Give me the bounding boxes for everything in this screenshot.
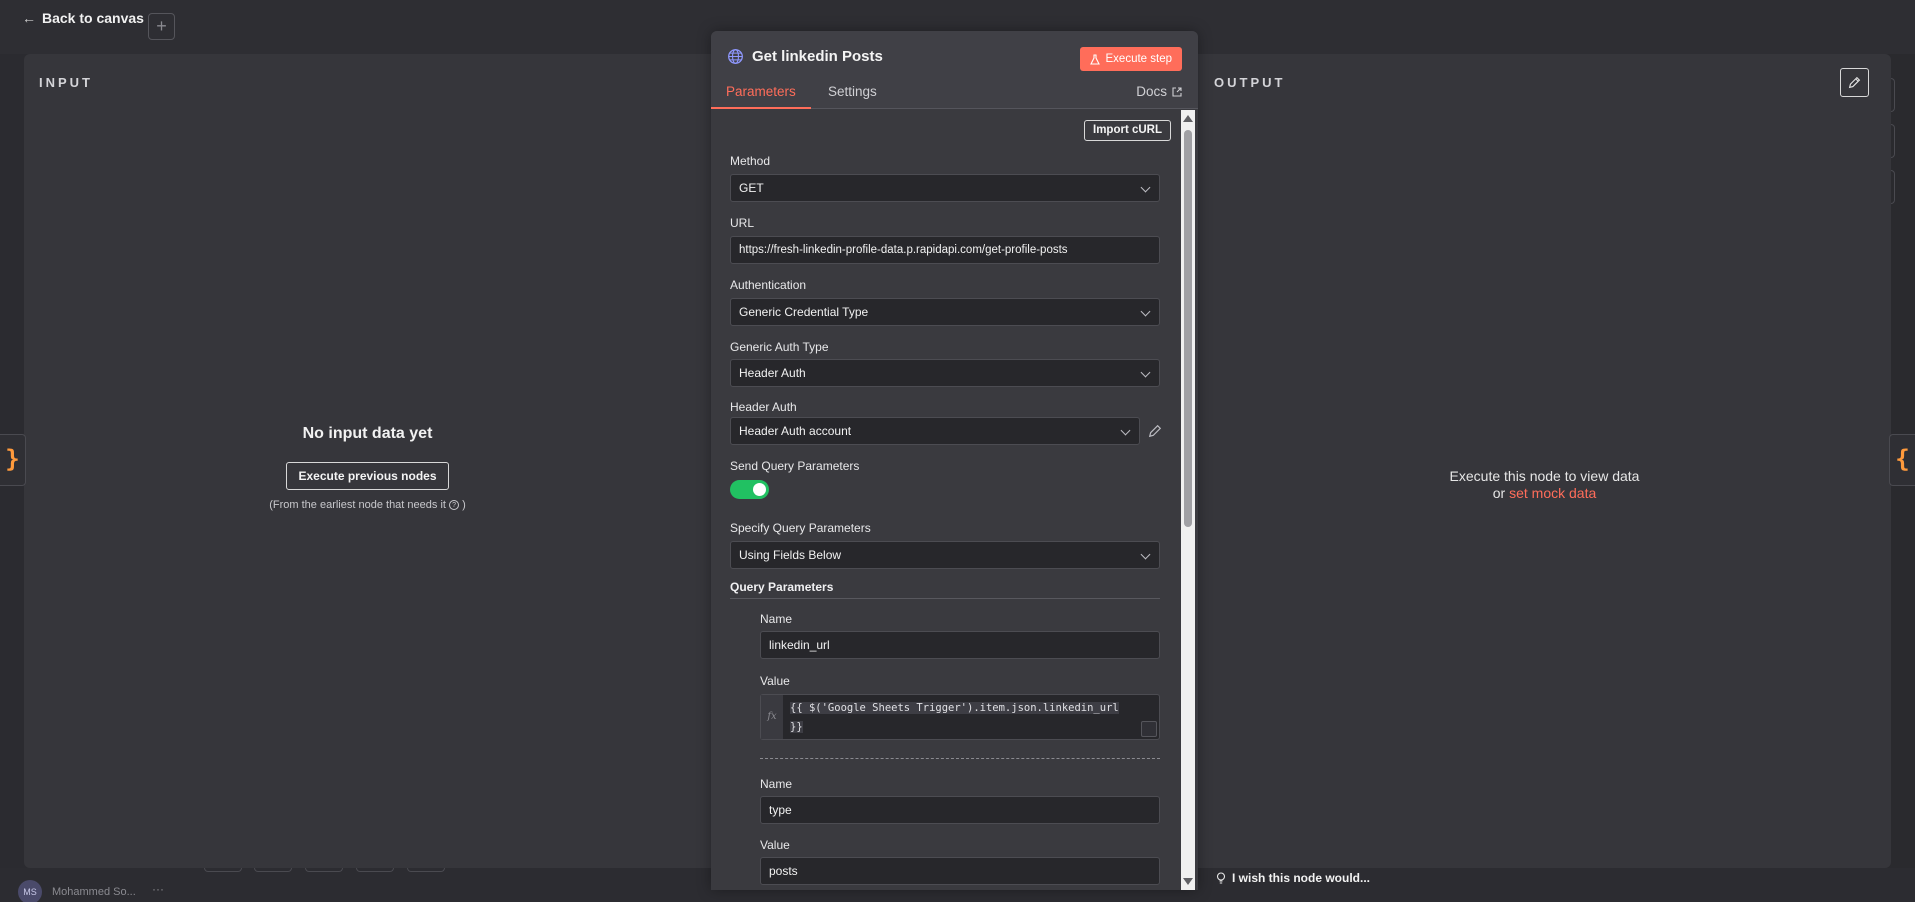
execute-previous-nodes-button[interactable]: Execute previous nodes [286,462,449,490]
scrollbar[interactable] [1181,110,1195,890]
send-query-toggle[interactable] [730,480,769,499]
specify-query-label: Specify Query Parameters [730,521,871,535]
hint-prefix: (From the earliest node that needs it [269,499,446,511]
arrow-left-icon: ← [22,10,36,26]
expand-editor-icon[interactable] [1141,721,1157,737]
url-input[interactable]: https://fresh-linkedin-profile-data.p.ra… [730,236,1160,264]
query-param-name-input[interactable]: type [760,796,1160,824]
send-query-label: Send Query Parameters [730,459,860,473]
query-param-name-label: Name [760,777,793,791]
execute-step-button[interactable]: Execute step [1079,47,1182,71]
node-parameters-panel: Get linkedin Posts Execute step Paramete… [711,31,1198,890]
edit-credential-icon[interactable] [1148,424,1162,438]
globe-icon [728,49,743,64]
query-param-name-input[interactable]: linkedin_url [760,631,1160,659]
scroll-down-icon[interactable] [1183,878,1193,885]
authentication-label: Authentication [730,278,807,292]
output-message: Execute this node to view data [1449,468,1640,484]
output-or: or [1492,485,1506,501]
lightbulb-icon [1216,871,1226,884]
expression-line-1: {{ $('Google Sheets Trigger').item.json.… [790,702,1119,714]
flask-icon [1089,53,1100,65]
header-auth-select[interactable]: Header Auth account [730,417,1140,445]
output-empty-state: Execute this node to view data or set mo… [1198,468,1891,502]
header-auth-label: Header Auth [730,400,797,414]
docs-label: Docs [1136,84,1167,99]
query-param-expression-editor[interactable]: fx {{ $('Google Sheets Trigger').item.js… [760,694,1160,740]
question-icon[interactable]: ? [449,500,460,510]
tab-parameters[interactable]: Parameters [711,84,811,109]
tab-settings[interactable]: Settings [828,84,877,109]
node-header: Get linkedin Posts Execute step Paramete… [711,31,1198,109]
query-param-name-label: Name [760,612,793,626]
query-param-value-label: Value [760,838,790,852]
query-param-value-label: Value [760,674,790,688]
generic-auth-type-label: Generic Auth Type [730,340,829,354]
feedback-label: I wish this node would... [1232,871,1370,885]
external-link-icon [1172,86,1182,97]
output-panel: OUTPUT Execute this node to view data or… [1198,54,1891,868]
import-curl-button[interactable]: Import cURL [1084,120,1171,141]
scrollbar-thumb[interactable] [1184,130,1192,527]
method-select[interactable]: GET [730,174,1160,202]
specify-query-select[interactable]: Using Fields Below [730,541,1160,569]
user-more-icon[interactable]: ··· [152,882,164,896]
expression-line-2: }} [790,721,803,733]
hint-suffix: ) [462,499,466,511]
avatar[interactable]: MS [18,880,42,902]
user-name: Mohammed So... [52,886,136,898]
input-panel: INPUT No input data yet Execute previous… [24,54,711,868]
param-separator [760,758,1160,759]
fx-icon: fx [761,695,783,739]
url-label: URL [730,216,755,230]
query-parameters-title: Query Parameters [730,580,834,594]
section-divider [730,598,1160,599]
output-brace-icon[interactable]: { [1889,434,1915,486]
input-hint: (From the earliest node that needs it ? … [24,499,711,511]
edit-output-button[interactable] [1840,68,1869,97]
back-to-canvas-link[interactable]: ← Back to canvas [22,10,144,26]
authentication-select[interactable]: Generic Credential Type [730,298,1160,326]
execute-step-label: Execute step [1105,53,1172,65]
pencil-icon [1848,76,1861,89]
input-panel-title: INPUT [39,75,93,90]
input-brace-icon[interactable]: } [0,434,26,486]
scroll-up-icon[interactable] [1183,115,1193,122]
back-label: Back to canvas [42,10,144,26]
generic-auth-type-select[interactable]: Header Auth [730,359,1160,387]
toggle-knob [753,483,766,496]
node-title-text: Get linkedin Posts [752,48,883,65]
query-param-value-input[interactable]: posts [760,857,1160,885]
output-panel-title: OUTPUT [1214,75,1286,90]
node-title: Get linkedin Posts [727,48,883,65]
expression-text: {{ $('Google Sheets Trigger').item.json.… [790,699,1145,737]
method-label: Method [730,154,771,168]
docs-link[interactable]: Docs [1136,84,1182,99]
input-empty-state: No input data yet Execute previous nodes… [24,425,711,511]
feedback-link[interactable]: I wish this node would... [1216,871,1370,885]
add-node-button[interactable]: + [148,13,175,40]
node-tabs: Parameters Settings Docs [711,84,1198,109]
parameters-content: Import cURL Method GET URL https://fresh… [711,110,1180,890]
no-input-title: No input data yet [302,425,433,442]
set-mock-data-link[interactable]: set mock data [1509,485,1596,501]
